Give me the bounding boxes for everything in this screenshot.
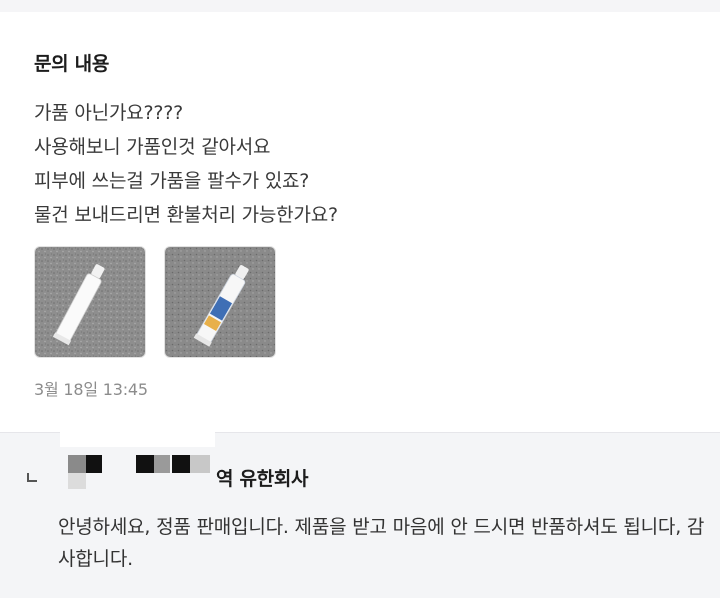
section-title: 문의 내용 (34, 53, 110, 75)
top-divider-strip (0, 0, 720, 12)
question-line: 물건 보내드리면 환불처리 가능한가요? (34, 204, 338, 226)
seller-name-mosaic (60, 427, 215, 495)
question-line: 가품 아닌가요???? (34, 102, 184, 124)
photo-white-tube-thumbnail[interactable] (34, 246, 146, 358)
seller-reply: 역 유한회사 안녕하세요, 정품 판매입니다. 제품을 받고 마음에 안 드시면… (0, 427, 720, 598)
question-line: 사용해보니 가품인것 같아서요 (34, 136, 271, 158)
reply-text: 안녕하세요, 정품 판매입니다. 제품을 받고 마음에 안 드시면 반품하셔도 … (58, 516, 705, 570)
photo-blue-tube-thumbnail[interactable] (164, 246, 276, 358)
question-text: 가품 아닌가요???? 사용해보니 가품인것 같아서요 피부에 쓰는걸 가품을 … (34, 96, 338, 232)
inquiry-card: 문의 내용 가품 아닌가요???? 사용해보니 가품인것 같아서요 피부에 쓰는… (0, 12, 720, 432)
seller-name: 역 유한회사 (216, 468, 309, 490)
question-line: 피부에 쓰는걸 가품을 팔수가 있죠? (34, 170, 310, 192)
inquiry-timestamp: 3월 18일 13:45 (34, 380, 148, 399)
reply-indent-icon (27, 473, 37, 482)
attached-photos (34, 246, 276, 358)
